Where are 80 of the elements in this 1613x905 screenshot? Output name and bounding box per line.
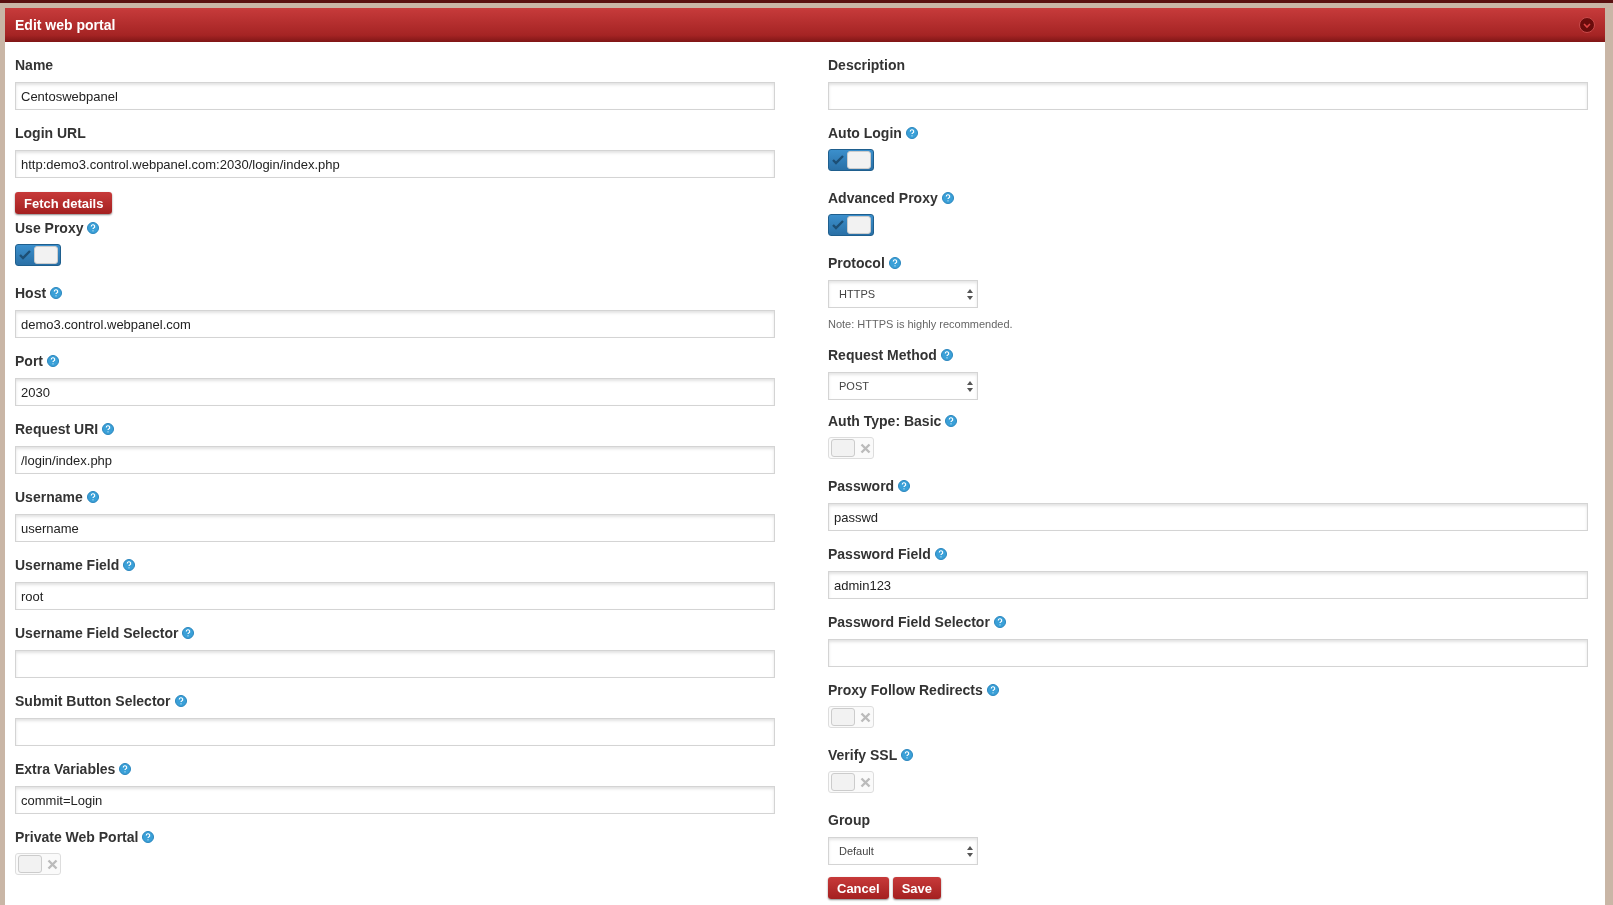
input-field[interactable]: Centoswebpanel <box>15 82 775 110</box>
updown-arrows-icon <box>967 845 973 857</box>
cancel-button[interactable]: Cancel <box>828 877 889 899</box>
help-icon <box>940 349 953 361</box>
input-field[interactable]: passwd <box>828 503 1588 531</box>
panel-title: Edit web portal <box>15 17 116 33</box>
cross-icon <box>860 442 871 454</box>
help-icon <box>142 831 155 843</box>
help-icon <box>86 491 99 503</box>
field-label: Group <box>828 812 870 828</box>
help-icon <box>174 695 187 707</box>
input-field[interactable]: commit=Login <box>15 786 775 814</box>
select-dropdown[interactable]: Default <box>828 837 978 865</box>
field-label: Request URI <box>15 421 99 437</box>
field-label: Login URL <box>15 125 86 141</box>
help-icon <box>50 287 63 299</box>
field-label: Host <box>15 285 47 301</box>
select-dropdown[interactable]: POST <box>828 372 978 400</box>
updown-arrows-icon <box>967 288 973 300</box>
save-button[interactable]: Save <box>892 877 941 899</box>
input-field[interactable] <box>828 82 1588 110</box>
field-label: Use Proxy <box>15 220 84 236</box>
collapse-icon[interactable] <box>1579 17 1595 33</box>
help-icon <box>934 548 947 560</box>
help-icon <box>182 627 195 639</box>
fetch-details-button[interactable]: Fetch details <box>15 192 113 214</box>
field-label: Advanced Proxy <box>828 190 938 206</box>
help-icon <box>898 480 911 492</box>
input-field[interactable]: root <box>15 582 775 610</box>
field-label: Auto Login <box>828 125 902 141</box>
field-label: Username <box>15 489 83 505</box>
check-icon <box>831 219 845 231</box>
help-icon <box>47 355 59 367</box>
cross-icon <box>860 711 871 723</box>
toggle-switch[interactable] <box>828 149 874 171</box>
field-label: Password Field <box>828 546 931 562</box>
field-label: Username Field Selector <box>15 625 179 641</box>
input-field[interactable]: http:demo3.control.webpanel.com:2030/login/index.php <box>15 150 775 178</box>
note-text: Note: HTTPS is highly recommended. <box>828 318 1014 330</box>
cross-icon <box>860 776 871 788</box>
check-icon <box>831 154 845 166</box>
field-label: Password Field Selector <box>828 614 990 630</box>
field-label: Private Web Portal <box>15 829 139 845</box>
field-label: Port <box>15 353 43 369</box>
help-icon <box>87 222 100 234</box>
help-icon <box>993 616 1006 628</box>
select-dropdown[interactable]: HTTPS <box>828 280 978 308</box>
input-field[interactable] <box>15 650 775 678</box>
field-label: Request Method <box>828 347 937 363</box>
help-icon <box>123 559 136 571</box>
help-icon <box>905 127 918 139</box>
cross-icon <box>47 858 58 870</box>
field-label: Extra Variables <box>15 761 116 777</box>
field-label: Auth Type: Basic <box>828 413 942 429</box>
input-field[interactable]: admin123 <box>828 571 1588 599</box>
field-label: Username Field <box>15 557 120 573</box>
field-label: Submit Button Selector <box>15 693 171 709</box>
help-icon <box>941 192 954 204</box>
input-field[interactable]: demo3.control.webpanel.com <box>15 310 775 338</box>
input-field[interactable]: username <box>15 514 775 542</box>
toggle-switch[interactable] <box>15 244 61 266</box>
field-label: Description <box>828 57 905 73</box>
field-label: Verify SSL <box>828 747 898 763</box>
toggle-switch[interactable] <box>828 214 874 236</box>
check-icon <box>18 249 32 261</box>
help-icon <box>119 763 132 775</box>
input-field[interactable] <box>15 718 775 746</box>
help-icon <box>888 257 901 269</box>
updown-arrows-icon <box>967 380 973 392</box>
field-label: Password <box>828 478 895 494</box>
field-label: Proxy Follow Redirects <box>828 682 983 698</box>
help-icon <box>901 749 914 761</box>
input-field[interactable]: 2030 <box>15 378 775 406</box>
help-icon <box>102 423 115 435</box>
help-icon <box>986 684 999 696</box>
field-label: Name <box>15 57 54 73</box>
input-field[interactable] <box>828 639 1588 667</box>
field-label: Protocol <box>828 255 885 271</box>
help-icon <box>945 415 958 427</box>
input-field[interactable]: /login/index.php <box>15 446 775 474</box>
